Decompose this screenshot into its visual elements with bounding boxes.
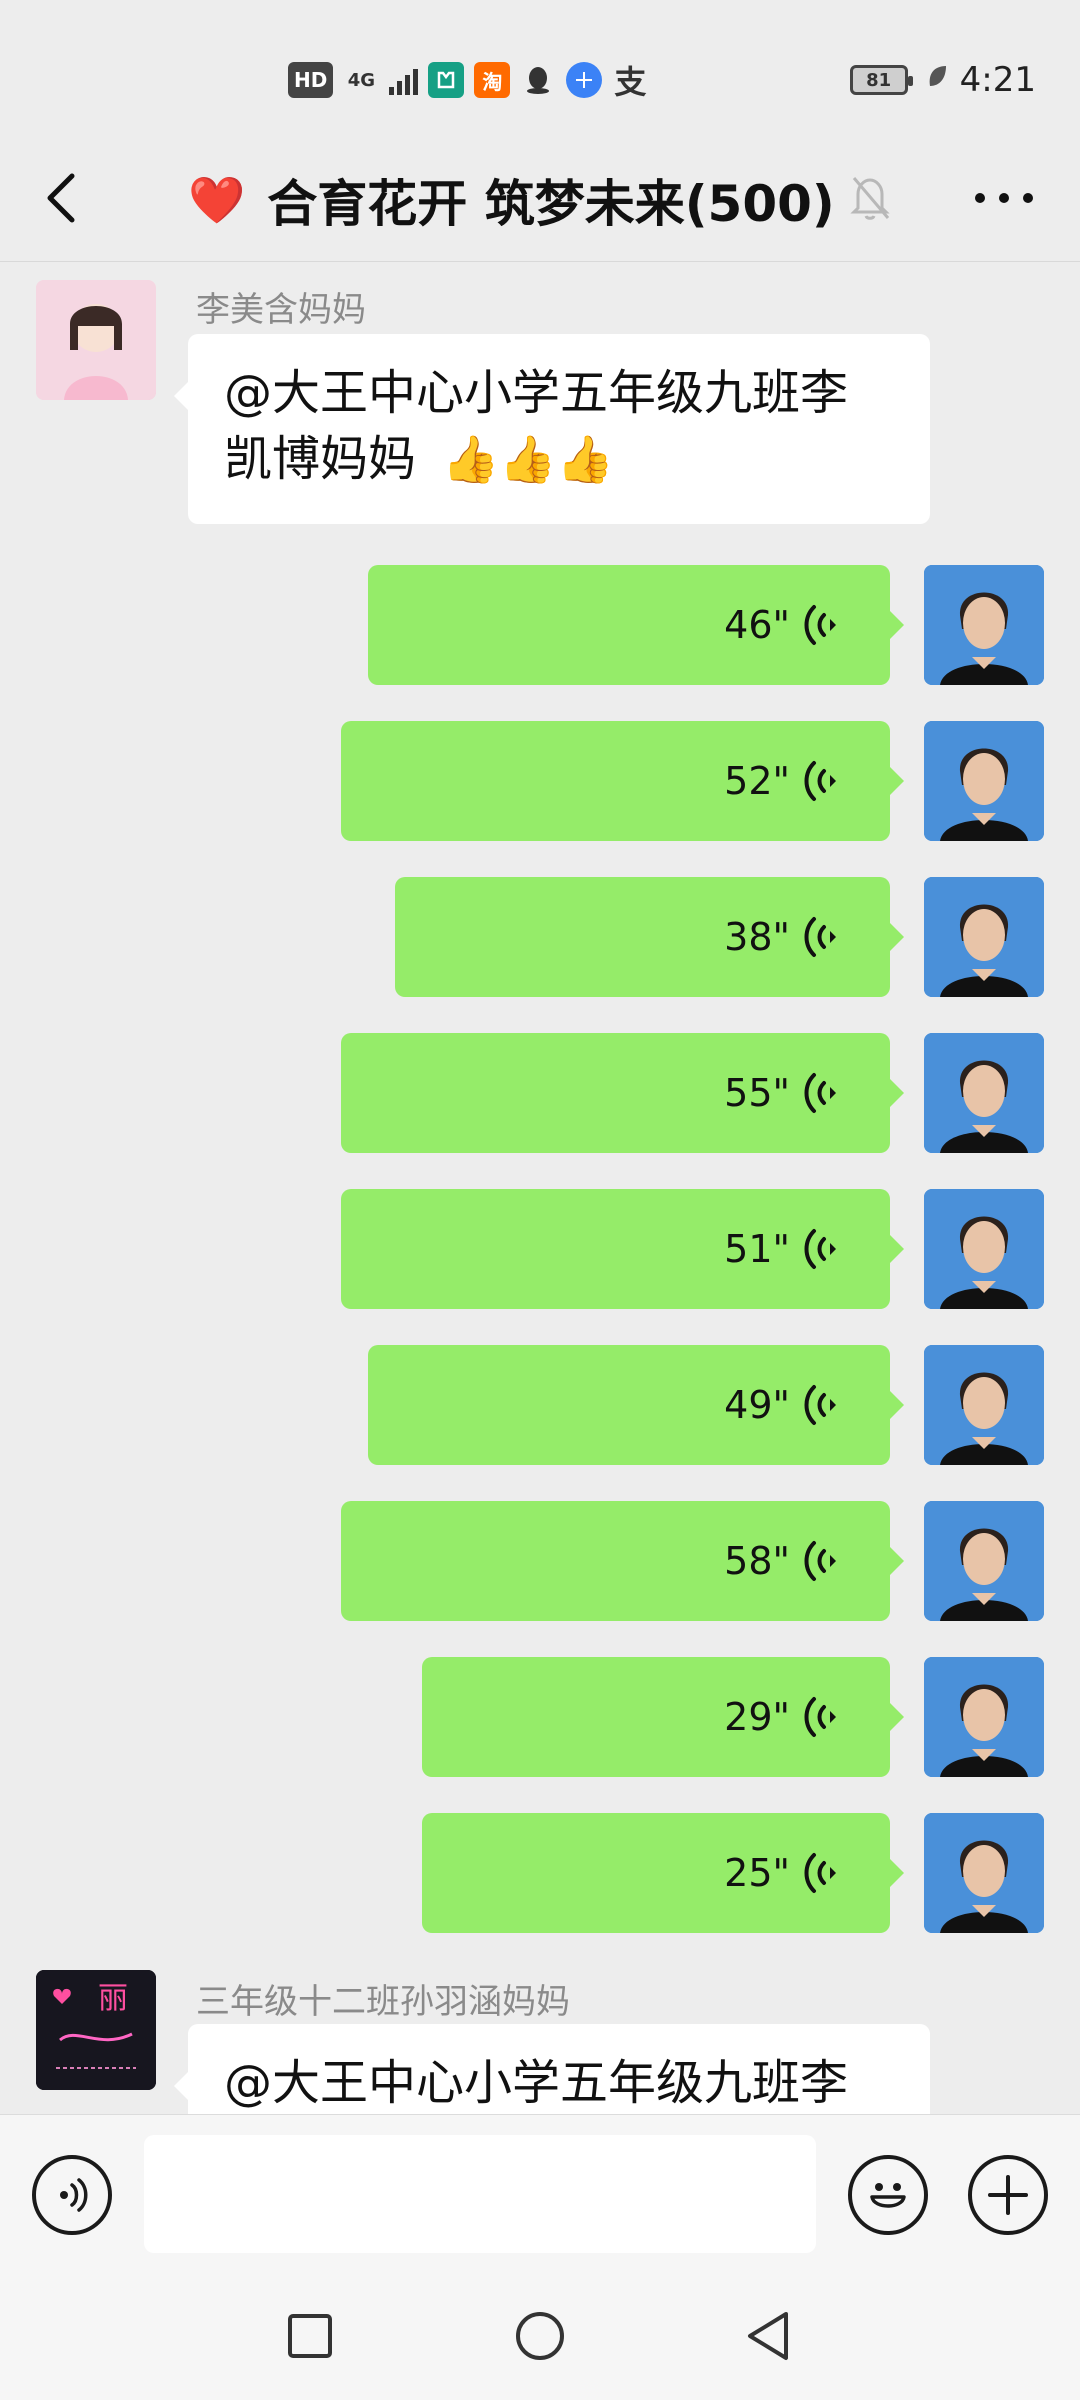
message-list[interactable]: 李美含妈妈 @大王中心小学五年级九班李 凯博妈妈 👍👍👍 46" 52" 38" 55"… [0,262,1080,2114]
signal-icon [389,65,419,95]
mi-icon [428,62,465,98]
voice-message-bubble[interactable]: 25" [422,1813,904,1933]
voice-duration: 51" [724,1227,790,1271]
voice-message-bubble[interactable]: 46" [368,565,904,685]
smiley-icon [870,2183,906,2208]
alipay-icon: 支 [614,63,647,101]
incoming-message-bubble[interactable]: @大王中心小学五年级九班李 [174,2024,930,2114]
voice-wave-icon [804,761,836,801]
avatar[interactable] [924,877,1044,997]
voice-wave-icon [804,1073,836,1113]
incoming-message-bubble[interactable]: @大王中心小学五年级九班李 凯博妈妈 👍👍👍 [174,334,930,524]
recents-button[interactable] [280,2306,340,2366]
chevron-left-icon [47,173,75,223]
voice-message-bubble[interactable]: 52" [341,721,904,841]
status-icons-right: 81 4:21 [849,58,1036,102]
avatar[interactable] [924,1033,1044,1153]
back-button[interactable] [30,166,94,230]
clock: 4:21 [959,60,1036,100]
voice-wave-icon [804,1385,836,1425]
chat-title-bar: ❤️ 合育花开 筑梦未来(500) [0,140,1080,262]
avatar[interactable] [924,1501,1044,1621]
avatar[interactable] [924,1657,1044,1777]
voice-duration: 25" [724,1851,790,1895]
voice-duration: 38" [724,915,790,959]
voice-message-bubble[interactable]: 58" [341,1501,904,1621]
status-bar: HD 4G 淘 支 81 4:21 [0,0,1080,140]
voice-wave-icon [804,1853,836,1893]
network-type: 4G [347,69,375,91]
message-text-line: @大王中心小学五年级九班李 [224,365,849,421]
voice-duration: 49" [724,1383,790,1427]
voice-duration: 52" [724,759,790,803]
voice-message-bubble[interactable]: 29" [422,1657,904,1777]
triangle-back-icon [748,2312,788,2360]
voice-wave-icon [804,605,836,645]
voice-wave-icon [804,1229,836,1269]
avatar[interactable]: 丽 [36,1970,156,2090]
avatar[interactable] [924,565,1044,685]
voice-message-bubble[interactable]: 38" [395,877,904,997]
voice-input-button[interactable] [32,2155,112,2235]
avatar[interactable] [924,721,1044,841]
voice-duration: 58" [724,1539,790,1583]
voice-wave-icon [804,917,836,957]
message-input[interactable] [144,2135,816,2253]
more-functions-button[interactable] [968,2155,1048,2235]
voice-duration: 29" [724,1695,790,1739]
power-saving-leaf-icon [926,64,948,97]
voice-duration: 46" [724,603,790,647]
thumbs-up-emoji: 👍👍👍 [442,432,614,486]
voice-message-bubble[interactable]: 51" [341,1189,904,1309]
avatar[interactable] [36,280,156,400]
browser-icon [566,62,603,98]
message-text-line: 凯博妈妈 👍👍👍 [224,426,894,492]
mute-bell-icon [842,170,898,226]
hd-icon: HD [288,62,334,98]
chat-title: ❤️ 合育花开 筑梦未来(500) [188,164,835,236]
home-button[interactable] [510,2306,570,2366]
input-toolbar [0,2114,1080,2274]
back-nav-button[interactable] [738,2306,798,2366]
sender-name: 三年级十二班孙羽涵妈妈 [196,1982,570,2022]
plus-icon [988,2175,1028,2215]
voice-message-bubble[interactable]: 49" [368,1345,904,1465]
sender-name: 李美含妈妈 [196,290,366,330]
group-name: 合育花开 筑梦未来(500) [267,175,835,233]
message-text: 凯博妈妈 [224,431,417,487]
status-icons-left: HD 4G 淘 支 [288,58,648,102]
square-icon [288,2314,332,2358]
avatar-text: 丽 [98,1981,128,2016]
ellipsis-icon [975,193,1033,203]
taobao-icon: 淘 [474,62,511,98]
avatar[interactable] [924,1813,1044,1933]
system-navigation-bar [0,2274,1080,2400]
emoji-button[interactable] [848,2155,928,2235]
voice-wave-icon [60,2178,88,2212]
avatar[interactable] [924,1345,1044,1465]
voice-wave-icon [804,1541,836,1581]
voice-message-bubble[interactable]: 55" [341,1033,904,1153]
heart-emoji: ❤️ [188,172,246,227]
circle-icon [516,2312,564,2360]
battery-icon: 81 [849,65,913,95]
voice-duration: 55" [724,1071,790,1115]
avatar[interactable] [924,1189,1044,1309]
message-text-line: @大王中心小学五年级九班李 [224,2055,849,2111]
more-options-button[interactable] [964,170,1044,226]
voice-wave-icon [804,1697,836,1737]
qq-penguin-icon [520,62,556,98]
